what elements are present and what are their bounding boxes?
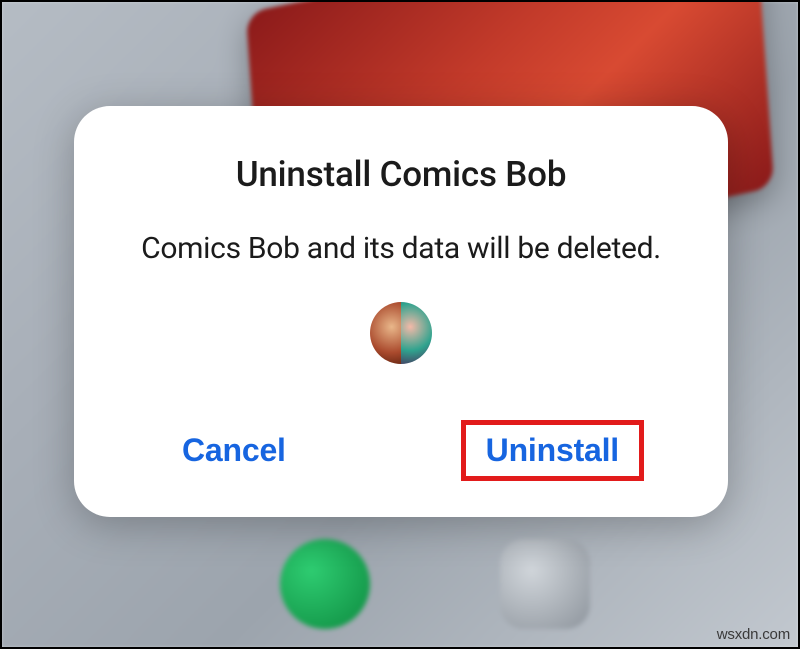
comics-bob-app-icon <box>370 302 432 364</box>
dialog-title: Uninstall Comics Bob <box>118 154 684 195</box>
dock-camera-icon <box>500 539 590 629</box>
watermark-text: wsxdn.com <box>717 626 790 643</box>
app-icon-container <box>118 302 684 364</box>
uninstall-dialog: Uninstall Comics Bob Comics Bob and its … <box>74 106 728 517</box>
dock-phone-icon <box>280 539 370 629</box>
cancel-button[interactable]: Cancel <box>158 420 310 481</box>
dialog-actions: Cancel Uninstall <box>118 420 684 489</box>
dialog-body: Comics Bob and its data will be deleted. <box>118 231 684 266</box>
uninstall-button[interactable]: Uninstall <box>461 420 644 481</box>
